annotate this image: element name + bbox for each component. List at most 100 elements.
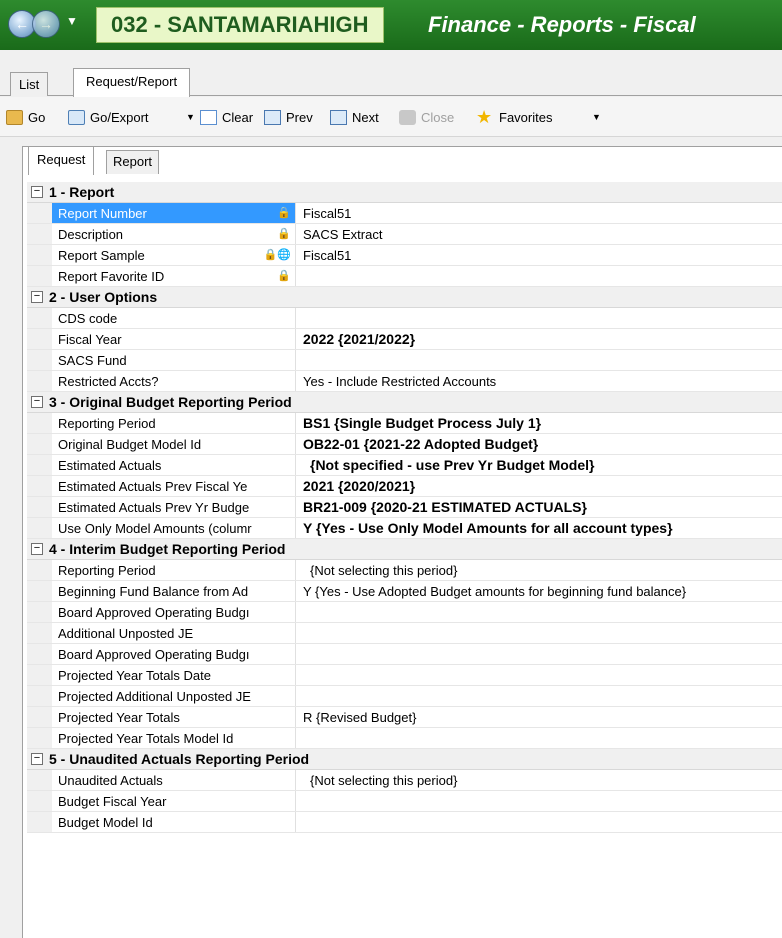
property-value[interactable]: {Not selecting this period} <box>305 560 457 580</box>
prev-button[interactable]: Prev <box>264 107 313 127</box>
property-value[interactable] <box>298 644 303 664</box>
property-value[interactable] <box>298 665 303 685</box>
row-gutter <box>27 371 52 391</box>
property-row[interactable]: Original Budget Model Id OB22-01 {2021-2… <box>27 434 782 455</box>
nav-dropdown-icon[interactable]: ▼ <box>66 14 78 28</box>
favorites-dropdown[interactable]: ▼ <box>592 107 601 127</box>
section-header[interactable]: − 3 - Original Budget Reporting Period <box>27 392 782 413</box>
property-value[interactable] <box>298 308 303 328</box>
property-row[interactable]: Projected Additional Unposted JE <box>27 686 782 707</box>
property-row[interactable]: CDS code <box>27 308 782 329</box>
tab-report[interactable]: Report <box>106 150 160 174</box>
property-row[interactable]: Budget Model Id <box>27 812 782 833</box>
property-row[interactable]: Unaudited Actuals {Not selecting this pe… <box>27 770 782 791</box>
prev-label: Prev <box>286 109 313 125</box>
property-value[interactable]: BS1 {Single Budget Process July 1} <box>298 413 541 433</box>
property-name: Restricted Accts? <box>52 371 296 391</box>
property-row[interactable]: Projected Year Totals Model Id <box>27 728 782 749</box>
row-gutter <box>27 812 52 832</box>
thumbs-up-icon <box>399 109 416 125</box>
property-value[interactable]: Y {Yes - Use Adopted Budget amounts for … <box>298 581 686 601</box>
collapse-icon[interactable]: − <box>31 291 43 303</box>
property-value[interactable] <box>298 686 303 706</box>
section-header[interactable]: − 2 - User Options <box>27 287 782 308</box>
property-value[interactable]: Fiscal51 <box>298 245 351 265</box>
property-row[interactable]: Additional Unposted JE <box>27 623 782 644</box>
property-value[interactable]: Fiscal51 <box>298 203 351 223</box>
property-row[interactable]: Report Favorite ID 🔒 <box>27 266 782 287</box>
row-gutter <box>27 434 52 454</box>
property-value[interactable]: {Not selecting this period} <box>305 770 457 790</box>
tab-request-report[interactable]: Request/Report <box>73 68 191 97</box>
go-button[interactable]: Go <box>6 107 45 127</box>
row-gutter <box>27 644 52 664</box>
property-row[interactable]: Estimated Actuals {Not specified - use P… <box>27 455 782 476</box>
property-value[interactable] <box>298 350 303 370</box>
property-row[interactable]: Board Approved Operating Budgı <box>27 644 782 665</box>
property-value[interactable]: 2022 {2021/2022} <box>298 329 415 349</box>
next-icon <box>330 109 347 125</box>
tab-list[interactable]: List <box>10 72 49 96</box>
property-row[interactable]: Projected Year Totals R {Revised Budget} <box>27 707 782 728</box>
property-row[interactable]: Budget Fiscal Year <box>27 791 782 812</box>
forward-arrow-icon[interactable]: → <box>32 10 60 38</box>
go-export-dropdown[interactable]: ▼ <box>186 107 195 127</box>
property-value[interactable] <box>298 728 303 748</box>
row-gutter <box>27 581 52 601</box>
collapse-icon[interactable]: − <box>31 186 43 198</box>
property-row[interactable]: Reporting Period {Not selecting this per… <box>27 560 782 581</box>
section-header[interactable]: − 4 - Interim Budget Reporting Period <box>27 539 782 560</box>
favorites-button[interactable]: ★ Favorites <box>476 107 552 127</box>
clear-button[interactable]: Clear <box>200 107 253 127</box>
row-gutter <box>27 623 52 643</box>
property-row[interactable]: Beginning Fund Balance from Ad Y {Yes - … <box>27 581 782 602</box>
property-row[interactable]: Restricted Accts? Yes - Include Restrict… <box>27 371 782 392</box>
property-value[interactable] <box>298 812 303 832</box>
property-value[interactable]: R {Revised Budget} <box>298 707 416 727</box>
row-gutter <box>27 245 52 265</box>
property-row[interactable]: Board Approved Operating Budgı <box>27 602 782 623</box>
row-gutter <box>27 497 52 517</box>
row-gutter <box>27 686 52 706</box>
property-row[interactable]: Fiscal Year 2022 {2021/2022} <box>27 329 782 350</box>
property-value[interactable]: BR21-009 {2020-21 ESTIMATED ACTUALS} <box>298 497 587 517</box>
property-value[interactable]: Yes - Include Restricted Accounts <box>298 371 496 391</box>
property-row[interactable]: Estimated Actuals Prev Fiscal Ye 2021 {2… <box>27 476 782 497</box>
property-row[interactable]: Projected Year Totals Date <box>27 665 782 686</box>
clear-label: Clear <box>222 109 254 125</box>
district-label[interactable]: 032 - SANTAMARIAHIGH <box>96 7 384 43</box>
property-name: SACS Fund <box>52 350 296 370</box>
collapse-icon[interactable]: − <box>31 543 43 555</box>
property-row[interactable]: Description 🔒 SACS Extract <box>27 224 782 245</box>
tab-request[interactable]: Request <box>28 146 95 175</box>
row-gutter <box>27 413 52 433</box>
property-row[interactable]: Estimated Actuals Prev Yr Budge BR21-009… <box>27 497 782 518</box>
property-row[interactable]: Report Sample 🔒🌐 Fiscal51 <box>27 245 782 266</box>
property-name: Projected Additional Unposted JE <box>52 686 296 706</box>
property-name: Reporting Period <box>52 560 296 580</box>
collapse-icon[interactable]: − <box>31 396 43 408</box>
next-button[interactable]: Next <box>330 107 379 127</box>
property-row[interactable]: Reporting Period BS1 {Single Budget Proc… <box>27 413 782 434</box>
go-export-button[interactable]: Go/Export <box>68 107 149 127</box>
close-button[interactable]: Close <box>399 107 454 127</box>
property-value[interactable] <box>298 602 303 622</box>
property-row[interactable]: Report Number 🔒 Fiscal51 <box>27 203 782 224</box>
property-value[interactable]: {Not specified - use Prev Yr Budget Mode… <box>305 455 594 475</box>
row-gutter <box>27 476 52 496</box>
property-row[interactable]: SACS Fund <box>27 350 782 371</box>
property-value[interactable] <box>298 266 303 286</box>
property-value[interactable]: 2021 {2020/2021} <box>298 476 415 496</box>
section-header[interactable]: − 1 - Report <box>27 182 782 203</box>
property-value[interactable] <box>298 623 303 643</box>
property-value[interactable]: Y {Yes - Use Only Model Amounts for all … <box>298 518 673 538</box>
property-value[interactable] <box>298 791 303 811</box>
collapse-icon[interactable]: − <box>31 753 43 765</box>
property-name: Estimated Actuals Prev Yr Budge <box>52 497 296 517</box>
property-value[interactable]: SACS Extract <box>298 224 382 244</box>
property-row[interactable]: Use Only Model Amounts (columr Y {Yes - … <box>27 518 782 539</box>
section-header[interactable]: − 5 - Unaudited Actuals Reporting Period <box>27 749 782 770</box>
property-name: Unaudited Actuals <box>52 770 296 790</box>
property-value[interactable]: OB22-01 {2021-22 Adopted Budget} <box>298 434 538 454</box>
property-name: Original Budget Model Id <box>52 434 296 454</box>
